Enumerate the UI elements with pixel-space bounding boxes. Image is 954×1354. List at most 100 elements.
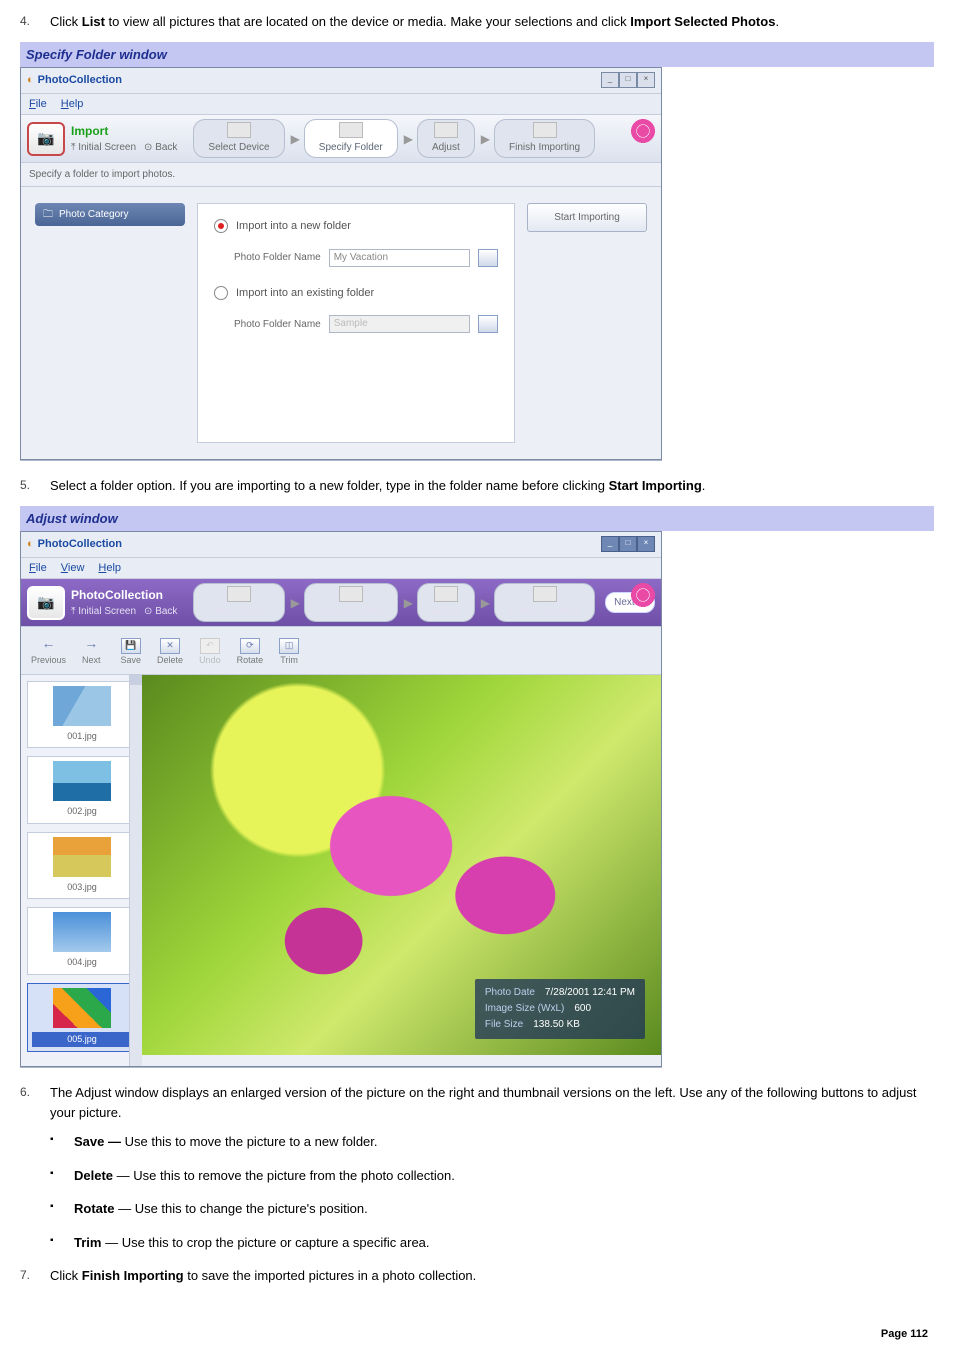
adjust-window: ◐ PhotoCollection _ □ × File View Help 📷… (20, 531, 662, 1067)
maximize-button[interactable]: □ (619, 536, 637, 552)
scrollbar[interactable] (129, 675, 142, 1067)
device-icon (227, 586, 251, 602)
bullet-label: Delete (74, 1168, 113, 1183)
adjust-icon (434, 122, 458, 138)
step-number: 7. (20, 1266, 50, 1286)
list-item: ▪ Trim — Use this to crop the picture or… (50, 1233, 934, 1253)
save-button[interactable]: 💾Save (121, 638, 142, 668)
arrow-icon: ▶ (481, 130, 490, 148)
instruction-text: Specify a folder to import photos. (21, 163, 661, 187)
delete-button[interactable]: ✕Delete (157, 638, 183, 668)
browse-existing-button[interactable] (478, 315, 498, 333)
thumbnail-item[interactable]: 003.jpg (27, 832, 137, 900)
radio-new-folder[interactable]: Import into a new folder (214, 218, 498, 235)
close-button[interactable]: × (637, 536, 655, 552)
arrow-left-icon: ← (42, 633, 56, 654)
decorative-flower-icon (629, 117, 657, 145)
close-button[interactable]: × (637, 72, 655, 88)
bullet-label: Save — (74, 1134, 121, 1149)
window-buttons: _ □ × (601, 536, 655, 552)
back-link[interactable]: ⊙ Back (144, 604, 177, 619)
menu-help[interactable]: Help (61, 96, 84, 113)
menu-view[interactable]: View (61, 560, 85, 577)
pill-finish-importing[interactable]: Finish Importing (494, 583, 595, 622)
preview-pane: Photo Date7/28/2001 12:41 PM Image Size … (142, 675, 661, 1055)
undo-button: ↶Undo (199, 638, 221, 668)
wizard-title: Import (71, 122, 177, 140)
step-number: 5. (20, 476, 50, 496)
rotate-icon: ⟳ (240, 638, 260, 654)
adjust-icon (434, 586, 458, 602)
window-buttons: _ □ × (601, 72, 655, 88)
app-logo-icon: ◐ (27, 536, 34, 553)
photo-category-label[interactable]: 🗀 Photo Category (35, 203, 185, 226)
pill-specify-folder[interactable]: Specify Folder (304, 583, 398, 622)
thumbnail-item[interactable]: 001.jpg (27, 681, 137, 749)
radio-icon (214, 219, 228, 233)
trim-button[interactable]: ◫Trim (279, 638, 299, 668)
category-panel: 🗀 Photo Category (35, 203, 185, 443)
folder-options-panel: Import into a new folder Photo Folder Na… (197, 203, 515, 443)
initial-screen-link[interactable]: ⤒ Initial Screen (71, 604, 136, 619)
pill-finish-importing[interactable]: Finish Importing (494, 119, 595, 158)
meta-key: Image Size (WxL) (485, 1001, 564, 1017)
thumbnail-item[interactable]: 002.jpg (27, 756, 137, 824)
window-body: 🗀 Photo Category Import into a new folde… (21, 187, 661, 459)
minimize-button[interactable]: _ (601, 72, 619, 88)
list-item: ▪ Delete — Use this to remove the pictur… (50, 1166, 934, 1186)
meta-value: 7/28/2001 12:41 PM (545, 985, 635, 1001)
menu-help[interactable]: Help (98, 560, 121, 577)
trim-icon: ◫ (279, 638, 299, 654)
menu-file[interactable]: File (29, 96, 47, 113)
back-link[interactable]: ⊙ Back (144, 140, 177, 155)
bullet-icon: ▪ (50, 1199, 74, 1219)
pill-select-device[interactable]: Select Device (193, 119, 284, 158)
thumbnail-item-selected[interactable]: 005.jpg (27, 983, 137, 1053)
undo-icon: ↶ (200, 638, 220, 654)
device-icon (227, 122, 251, 138)
app-logo-icon: ◐ (27, 72, 34, 89)
bullet-icon: ▪ (50, 1166, 74, 1186)
new-folder-name-input[interactable]: My Vacation (329, 249, 470, 267)
pill-adjust[interactable]: Adjust (417, 583, 475, 622)
folder-category-icon: 🗀 (43, 207, 53, 222)
delete-icon: ✕ (160, 638, 180, 654)
maximize-button[interactable]: □ (619, 72, 637, 88)
next-button[interactable]: →Next (82, 633, 101, 668)
step-text: Click Finish Importing to save the impor… (50, 1266, 934, 1286)
start-importing-button[interactable]: Start Importing (527, 203, 647, 232)
minimize-button[interactable]: _ (601, 536, 619, 552)
bullet-label: Rotate (74, 1201, 114, 1216)
pill-specify-folder[interactable]: Specify Folder (304, 119, 398, 158)
app-title: ◐ PhotoCollection (27, 72, 122, 89)
caption-adjust-window: Adjust window (20, 506, 934, 532)
folder-icon (339, 122, 363, 138)
import-icon: 📷 (27, 122, 65, 156)
browse-new-button[interactable] (478, 249, 498, 267)
menu-file[interactable]: File (29, 560, 47, 577)
decorative-flower-icon (629, 581, 657, 609)
thumbnail-item[interactable]: 004.jpg (27, 907, 137, 975)
thumbnail-image (53, 988, 111, 1028)
step-6: 6. The Adjust window displays an enlarge… (20, 1083, 934, 1122)
scroll-up-icon (130, 675, 142, 685)
adjust-toolbar: ←Previous →Next 💾Save ✕Delete ↶Undo ⟳Rot… (21, 627, 661, 675)
adjust-buttons-list: ▪ Save — Use this to move the picture to… (50, 1132, 934, 1252)
nav-group: ←Previous →Next (31, 633, 101, 668)
pill-adjust[interactable]: Adjust (417, 119, 475, 158)
existing-folder-name-row: Photo Folder Name Sample (234, 315, 498, 333)
app-title: ◐ PhotoCollection (27, 536, 122, 553)
adjust-body: 001.jpg 002.jpg 003.jpg 004.jpg 005.jpg … (21, 675, 661, 1067)
photo-metadata-overlay: Photo Date7/28/2001 12:41 PM Image Size … (475, 979, 645, 1039)
thumbnail-image (53, 912, 111, 952)
previous-button[interactable]: ←Previous (31, 633, 66, 668)
initial-screen-link[interactable]: ⤒ Initial Screen (71, 140, 136, 155)
action-group: 💾Save ✕Delete ↶Undo ⟳Rotate ◫Trim (121, 638, 300, 668)
existing-folder-name-input: Sample (329, 315, 470, 333)
pill-select-device[interactable]: Select Device (193, 583, 284, 622)
rotate-button[interactable]: ⟳Rotate (237, 638, 264, 668)
menu-bar: File View Help (21, 558, 661, 580)
arrow-icon: ▶ (291, 130, 300, 148)
wizard-title: PhotoCollection (71, 586, 177, 604)
radio-existing-folder[interactable]: Import into an existing folder (214, 285, 498, 302)
